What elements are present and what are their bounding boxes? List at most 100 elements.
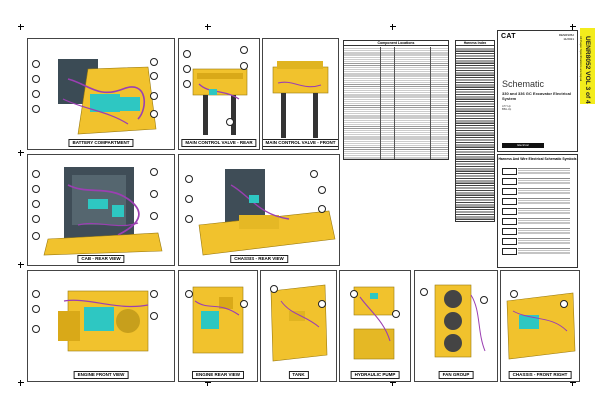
callout-bubble [150, 190, 158, 198]
callout-bubble [32, 232, 40, 240]
legend-row [502, 247, 572, 255]
callout-bubble [480, 296, 488, 304]
legend-title: Harness And Wire Electrical Schematic Sy… [498, 157, 577, 161]
crop-mark [18, 380, 24, 386]
legend-row [502, 177, 572, 185]
legend-text [518, 177, 570, 184]
callout-bubble [318, 205, 326, 213]
legend-row [502, 187, 572, 195]
legend-text [518, 187, 570, 194]
table-divider [394, 47, 395, 159]
legend-symbol-icon [502, 238, 517, 245]
callout-bubble [185, 215, 193, 223]
callout-bubble [32, 60, 40, 68]
callout-bubble [350, 290, 358, 298]
legend-text [518, 217, 570, 224]
panel-hydraulic-pump: HYDRAULIC PUMP [339, 270, 411, 382]
callout-bubble [150, 110, 158, 118]
callout-bubble [392, 310, 400, 318]
callout-bubble [150, 92, 158, 100]
brand-text: CAT [501, 33, 516, 40]
callout-bubble [32, 215, 40, 223]
legend-row [502, 237, 572, 245]
callout-bubble [240, 300, 248, 308]
section-bar-label: Electrical [517, 143, 529, 147]
callout-bubble [318, 300, 326, 308]
panel-main-control-valve-front: MAIN CONTROL VALVE - FRONT [262, 38, 339, 150]
table-rows [456, 47, 494, 221]
callout-bubble [510, 290, 518, 298]
callout-bubble [560, 300, 568, 308]
table-divider [430, 47, 431, 159]
callout-bubble [185, 290, 193, 298]
legend-symbol-icon [502, 168, 517, 175]
callout-bubble [150, 72, 158, 80]
panel-caption: CAB - REAR VIEW [77, 255, 125, 263]
callout-bubble [32, 185, 40, 193]
callout-bubble [150, 168, 158, 176]
harness-index-table: Harness Index [455, 40, 495, 222]
serial-prefix-list: A77-Up B5H-Up [502, 105, 511, 112]
legend-symbol-icon [502, 228, 517, 235]
panel-caption: CHASSIS - FRONT RIGHT [508, 371, 572, 379]
callout-bubble [32, 170, 40, 178]
doc-code-line: 11/2021 [563, 36, 574, 41]
cat-logo: CAT [501, 33, 516, 40]
panel-caption: BATTERY COMPARTMENT [68, 139, 134, 147]
legend-symbol-icon [502, 248, 517, 255]
callout-bubble [240, 46, 248, 54]
crop-mark [18, 24, 24, 30]
table-divider [380, 47, 381, 159]
legend-symbol-icon [502, 198, 517, 205]
crop-mark [18, 262, 24, 268]
legend-row [502, 167, 572, 175]
callout-bubble [310, 170, 318, 178]
crop-mark [18, 150, 24, 156]
callout-bubble [185, 195, 193, 203]
table-title: Harness Index [456, 41, 494, 46]
callout-bubble [32, 290, 40, 298]
table-title: Component Locations [344, 41, 448, 46]
callout-bubble [183, 65, 191, 73]
volume-label: UENR8052 VOL 3 of 4 [584, 36, 591, 104]
panel-engine-rear-view: ENGINE REAR VIEW [178, 270, 258, 382]
panel-caption: CHASSIS - REAR VIEW [230, 255, 288, 263]
legend-text [518, 197, 570, 204]
callout-bubble [150, 212, 158, 220]
callout-bubble [183, 80, 191, 88]
panel-caption: FAN GROUP [438, 371, 474, 379]
crop-mark [205, 24, 211, 30]
legend-symbol-icon [502, 208, 517, 215]
panel-fan-group: FAN GROUP [414, 270, 498, 382]
panel-caption: ENGINE FRONT VIEW [73, 371, 129, 379]
legend-symbol-icon [502, 188, 517, 195]
section-bar: Electrical [502, 143, 544, 148]
legend-text [518, 207, 570, 214]
chassis-front-right-illustration [506, 292, 576, 360]
title-block: CAT RENR9052 11/2021 Schematic 330 and 3… [497, 30, 578, 152]
legend-row [502, 227, 572, 235]
callout-bubble [420, 288, 428, 296]
engine-rear-illustration [192, 286, 244, 354]
callout-bubble [32, 90, 40, 98]
volume-tab-text: UENR8052 VOL 3 of 4 All Paper Specificat… [578, 34, 597, 104]
callout-bubble [32, 75, 40, 83]
panel-caption: MAIN CONTROL VALVE - FRONT [263, 139, 338, 147]
legend-text [518, 247, 570, 254]
panel-engine-front-view: ENGINE FRONT VIEW [27, 270, 175, 382]
legend-text [518, 167, 570, 174]
symbol-legend: Harness And Wire Electrical Schematic Sy… [497, 154, 578, 268]
mcv-rear-illustration [192, 68, 248, 135]
callout-bubble [318, 186, 326, 194]
legend-symbol-icon [502, 178, 517, 185]
panel-caption: TANK [288, 371, 309, 379]
legend-row [502, 217, 572, 225]
callout-bubble [150, 312, 158, 320]
legend-symbol-icon [502, 218, 517, 225]
schematic-subtitle: 330 and 336 GC Excavator Electrical Syst… [502, 91, 571, 101]
crop-mark [390, 24, 396, 30]
legend-row [502, 207, 572, 215]
doc-code: RENR9052 11/2021 [559, 33, 574, 41]
component-location-table: Component Locations [343, 40, 449, 160]
legend-text [518, 237, 570, 244]
